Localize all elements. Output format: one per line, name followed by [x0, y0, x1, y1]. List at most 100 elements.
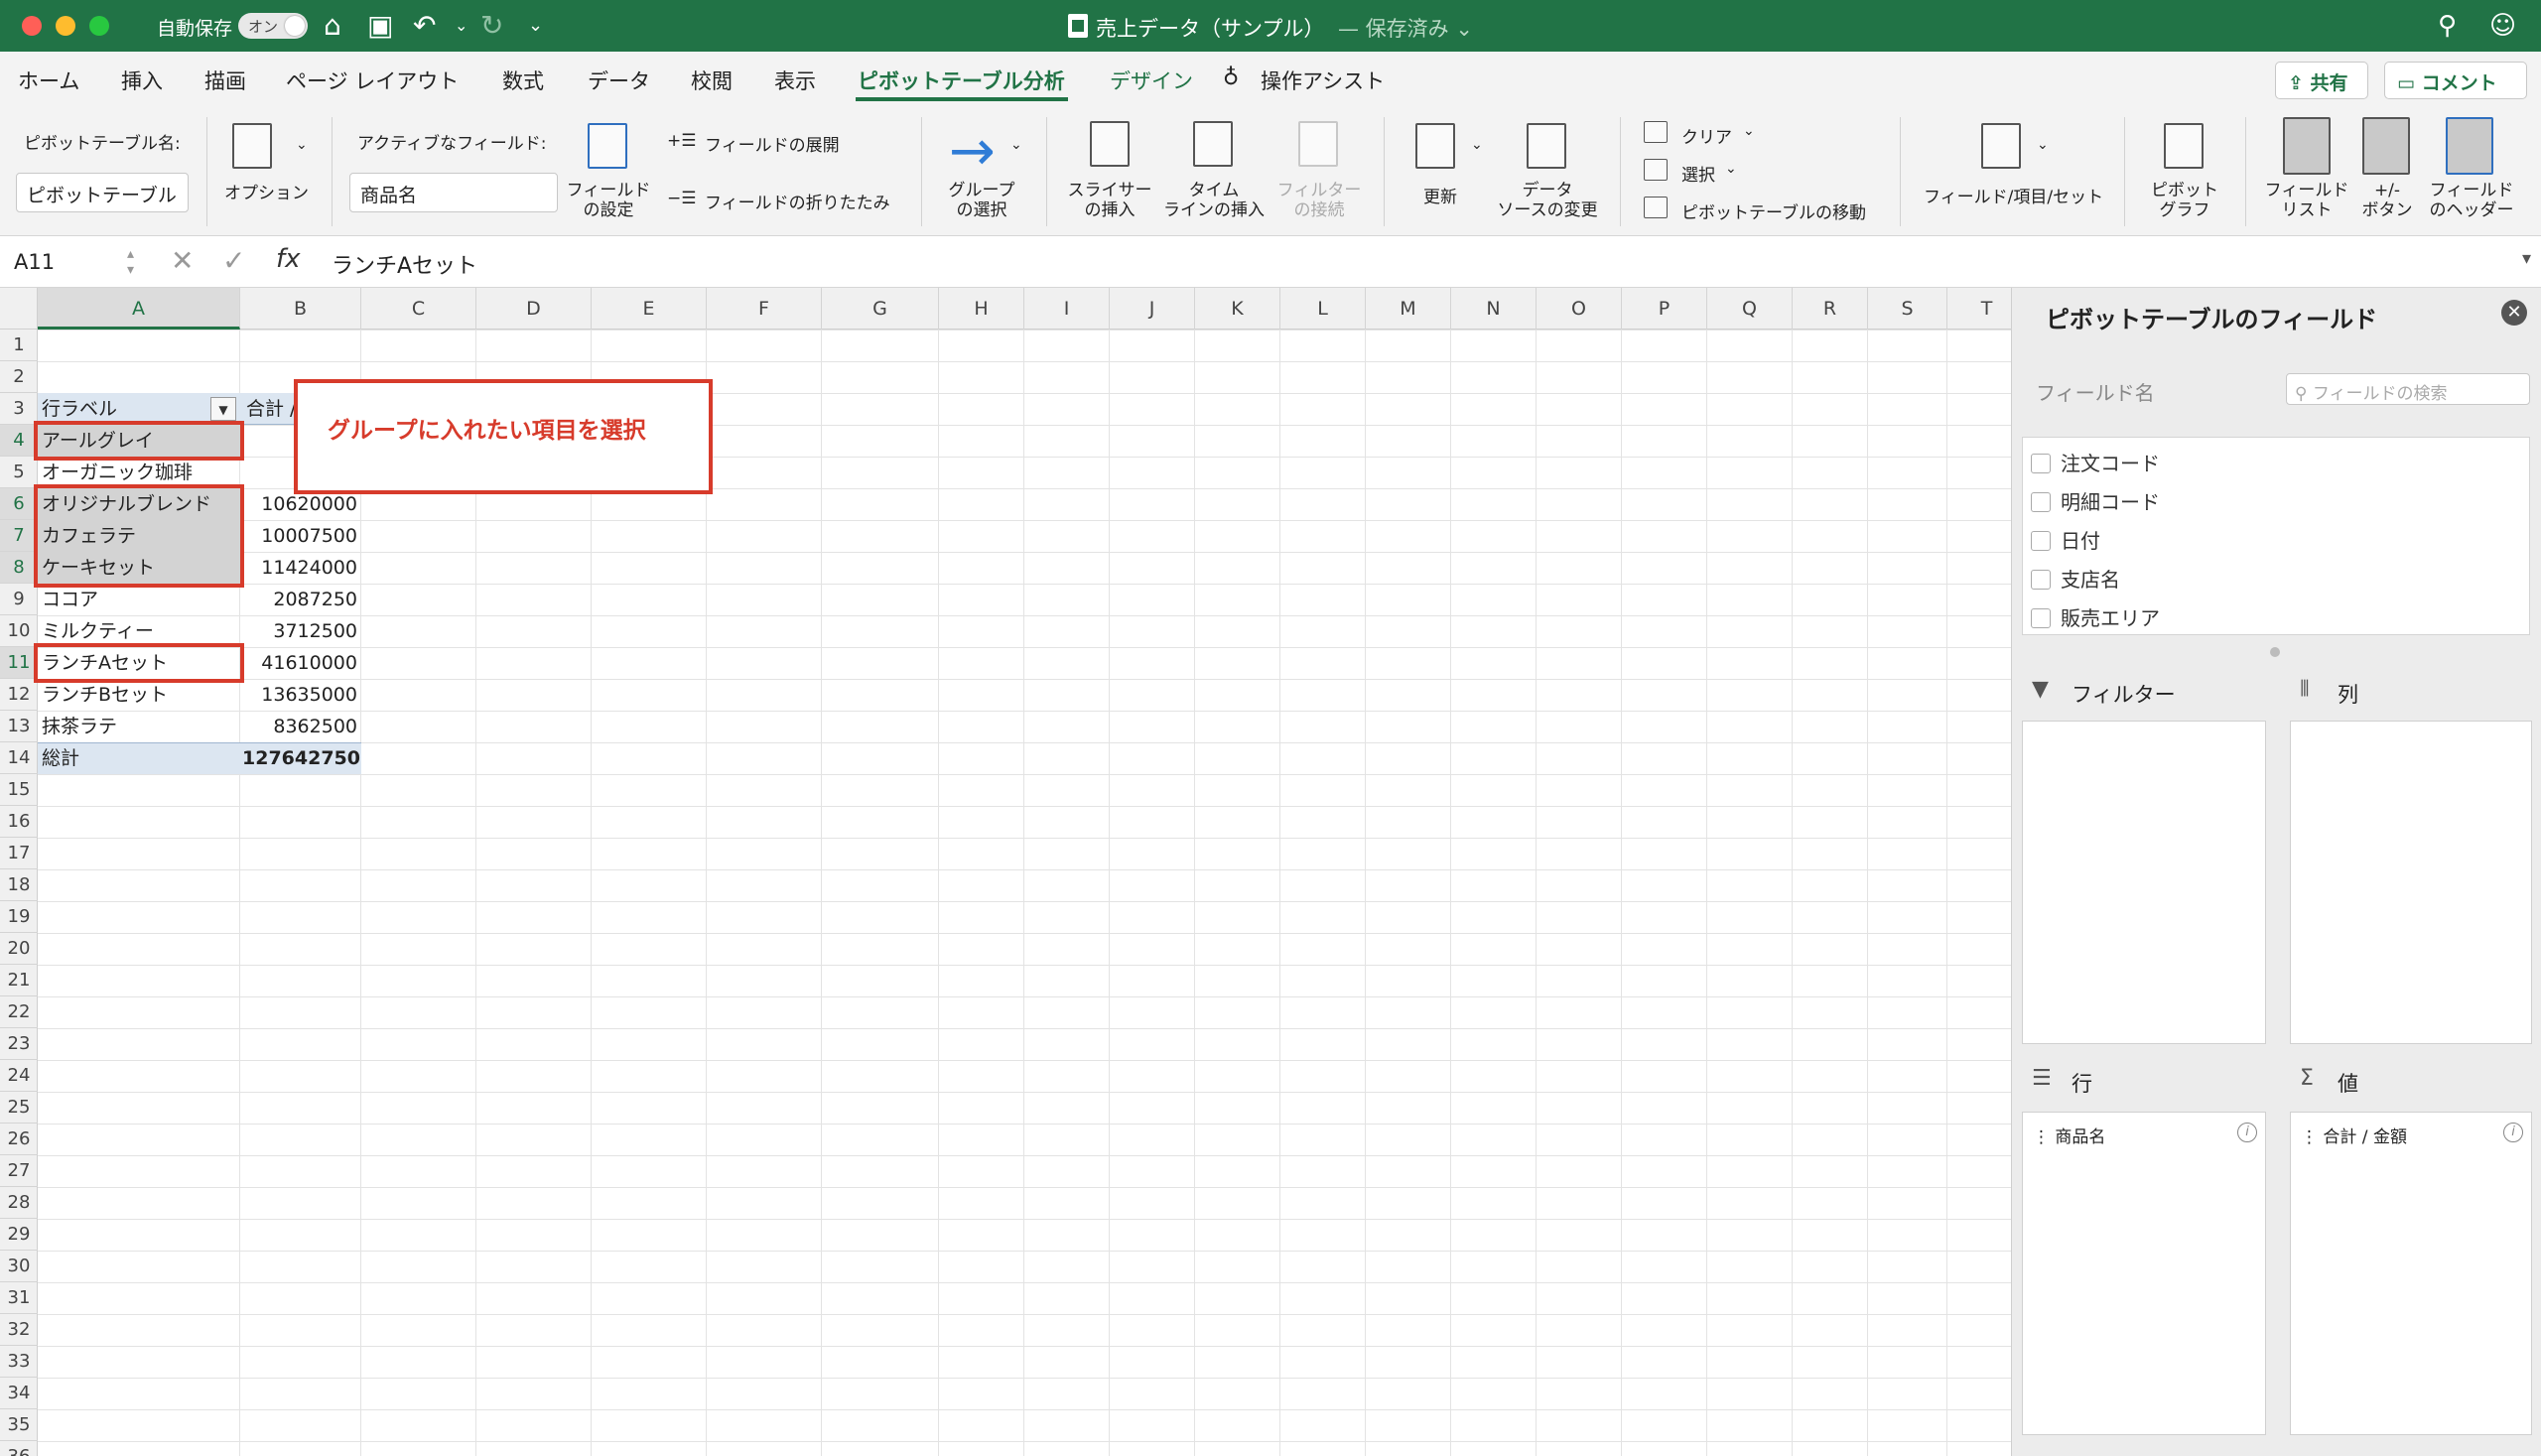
pivot-item-value[interactable]: 13635000 — [242, 679, 361, 711]
change-data-source-button-label[interactable]: データ ソースの変更 — [1493, 181, 1602, 220]
row-header[interactable]: 20 — [0, 933, 38, 965]
column-header[interactable]: S — [1868, 288, 1947, 330]
group-selection-button-label[interactable]: グループ の選択 — [937, 181, 1026, 220]
column-header[interactable]: T — [1947, 288, 2011, 330]
row-header[interactable]: 10 — [0, 615, 38, 647]
fields-items-sets-icon[interactable] — [1981, 123, 2021, 169]
move-pivottable-button[interactable]: ピボットテーブルの移動 — [1681, 199, 1866, 223]
pivot-total-value[interactable]: 127642750 — [242, 742, 361, 774]
home-icon[interactable]: ⌂ — [324, 10, 341, 42]
column-header[interactable]: D — [476, 288, 592, 330]
row-header[interactable]: 6 — [0, 488, 38, 520]
plus-minus-buttons-icon[interactable] — [2362, 117, 2410, 175]
tab-formulas[interactable]: 数式 — [502, 66, 544, 95]
timeline-icon[interactable] — [1193, 121, 1233, 167]
row-header[interactable]: 29 — [0, 1219, 38, 1251]
field-checkbox[interactable] — [2031, 454, 2051, 473]
pivot-item-value[interactable]: 2087250 — [242, 584, 361, 615]
pivot-chart-icon[interactable] — [2164, 123, 2204, 169]
select-button[interactable]: 選択 — [1681, 161, 1715, 186]
row-header[interactable]: 7 — [0, 520, 38, 552]
field-checkbox[interactable] — [2031, 570, 2051, 590]
rows-field-chip[interactable]: ⋮ 商品名 — [2033, 1123, 2105, 1147]
zoom-window-button[interactable] — [89, 16, 109, 36]
column-header[interactable]: A — [38, 288, 240, 330]
row-header[interactable]: 30 — [0, 1251, 38, 1282]
options-button-label[interactable]: オプション — [224, 179, 309, 203]
field-list-button-label[interactable]: フィールド リスト — [2261, 181, 2352, 220]
group-arrow-icon[interactable]: → — [949, 124, 996, 180]
minimize-window-button[interactable] — [56, 16, 75, 36]
rows-drop-area[interactable]: ⋮ 商品名 i — [2022, 1112, 2266, 1435]
info-icon[interactable]: i — [2503, 1123, 2523, 1142]
column-header[interactable]: B — [240, 288, 361, 330]
pivot-item-value[interactable]: 8362500 — [242, 711, 361, 742]
row-header[interactable]: 9 — [0, 584, 38, 615]
cell-area[interactable]: 行ラベル ▼ 合計 / 金額 アールグレイ 6 オーガニック珈琲 19 オリジナ… — [38, 330, 2011, 1456]
row-header[interactable]: 3 — [0, 393, 38, 425]
row-header[interactable]: 33 — [0, 1346, 38, 1378]
tab-design[interactable]: デザイン — [1110, 66, 1193, 95]
cancel-icon[interactable]: ✕ — [171, 244, 194, 277]
collapse-field-button[interactable]: フィールドの折りたたみ — [705, 189, 890, 213]
pane-resize-handle[interactable] — [2270, 647, 2280, 657]
row-header[interactable]: 11 — [0, 647, 38, 679]
clear-icon[interactable] — [1644, 121, 1668, 143]
pivot-item-value[interactable]: 11424000 — [242, 552, 361, 584]
active-field-input[interactable]: 商品名 — [349, 173, 558, 212]
row-header[interactable]: 18 — [0, 869, 38, 901]
row-header[interactable]: 25 — [0, 1092, 38, 1124]
fields-items-sets-button-label[interactable]: フィールド/項目/セット — [1924, 183, 2103, 207]
options-icon[interactable] — [232, 123, 272, 169]
column-header[interactable]: H — [939, 288, 1024, 330]
column-header[interactable]: K — [1195, 288, 1280, 330]
column-header[interactable]: F — [707, 288, 822, 330]
name-box[interactable]: A11 — [6, 244, 141, 280]
field-headers-button-label[interactable]: フィールド のヘッダー — [2426, 181, 2517, 220]
pivot-chart-button-label[interactable]: ピボット グラフ — [2140, 181, 2229, 220]
columns-drop-area[interactable] — [2290, 721, 2532, 1044]
tab-page-layout[interactable]: ページ レイアウト — [286, 66, 459, 95]
clear-dropdown-icon[interactable]: ⌄ — [1743, 123, 1755, 139]
column-header[interactable]: O — [1537, 288, 1622, 330]
row-label-filter-dropdown[interactable]: ▼ — [210, 397, 236, 421]
row-header[interactable]: 15 — [0, 774, 38, 806]
field-search-input[interactable]: ⚲ フィールドの検索 — [2286, 373, 2530, 405]
pivot-total-label[interactable]: 総計 — [42, 742, 240, 774]
pivot-item-label[interactable]: 抹茶ラテ — [42, 711, 240, 742]
insert-slicer-button-label[interactable]: スライサー の挿入 — [1060, 181, 1159, 220]
pivot-item-label[interactable]: ココア — [42, 584, 240, 615]
values-field-chip[interactable]: ⋮ 合計 / 金額 — [2301, 1123, 2407, 1147]
row-header[interactable]: 36 — [0, 1441, 38, 1456]
row-header[interactable]: 2 — [0, 361, 38, 393]
row-header[interactable]: 35 — [0, 1409, 38, 1441]
field-item[interactable]: 注文コード — [2031, 448, 2160, 477]
column-header[interactable]: C — [361, 288, 476, 330]
pivot-item-value[interactable]: 41610000 — [242, 647, 361, 679]
values-drop-area[interactable]: ⋮ 合計 / 金額 i — [2290, 1112, 2532, 1435]
redo-icon[interactable]: ↻ — [480, 10, 503, 42]
tab-insert[interactable]: 挿入 — [121, 66, 163, 95]
column-header[interactable]: N — [1451, 288, 1537, 330]
tab-data[interactable]: データ — [588, 66, 650, 95]
select-icon[interactable] — [1644, 159, 1668, 181]
row-header[interactable]: 17 — [0, 838, 38, 869]
row-header[interactable]: 28 — [0, 1187, 38, 1219]
field-settings-icon[interactable] — [588, 123, 627, 169]
refresh-icon[interactable] — [1415, 123, 1455, 169]
row-header[interactable]: 14 — [0, 742, 38, 774]
refresh-button-label[interactable]: 更新 — [1423, 183, 1457, 207]
row-header[interactable]: 4 — [0, 425, 38, 457]
customize-toolbar-icon[interactable]: ⌄ — [528, 10, 543, 42]
column-header[interactable]: Q — [1707, 288, 1793, 330]
row-header[interactable]: 12 — [0, 679, 38, 711]
tab-home[interactable]: ホーム — [18, 66, 79, 95]
pivot-item-label[interactable]: ランチBセット — [42, 679, 240, 711]
row-header[interactable]: 13 — [0, 711, 38, 742]
column-header[interactable]: I — [1024, 288, 1110, 330]
close-pane-button[interactable]: ✕ — [2501, 300, 2527, 326]
field-item[interactable]: 明細コード — [2031, 486, 2160, 516]
plus-minus-buttons-label[interactable]: +/- ボタン — [2352, 181, 2422, 220]
save-icon[interactable]: ▣ — [367, 10, 393, 42]
comment-button[interactable]: ▭ コメント — [2384, 62, 2527, 99]
